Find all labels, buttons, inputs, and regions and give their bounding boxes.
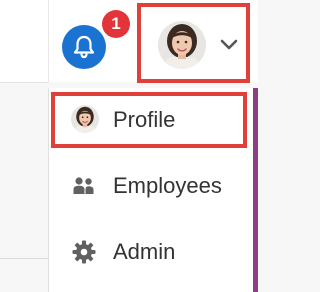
menu-item-profile[interactable]: Profile — [49, 92, 254, 148]
divider — [0, 82, 48, 83]
profile-dropdown-menu: Profile Employees Admin — [48, 88, 254, 292]
divider — [0, 258, 48, 259]
user-avatar-icon — [71, 105, 99, 133]
user-avatar — [158, 21, 206, 69]
divider — [48, 0, 49, 82]
menu-item-employees[interactable]: Employees — [49, 158, 254, 214]
people-icon — [73, 177, 94, 194]
bell-icon — [73, 35, 95, 59]
profile-menu-button[interactable] — [137, 3, 250, 83]
menu-item-admin[interactable]: Admin — [49, 224, 254, 280]
notifications-button[interactable] — [62, 25, 106, 69]
gear-icon — [72, 240, 96, 264]
menu-item-label: Profile — [113, 107, 176, 132]
page-edge-accent — [253, 88, 258, 292]
menu-item-label: Employees — [113, 173, 222, 198]
chevron-down-icon — [220, 39, 238, 50]
menu-item-label: Admin — [113, 239, 176, 264]
notification-count-badge: 1 — [102, 10, 130, 38]
